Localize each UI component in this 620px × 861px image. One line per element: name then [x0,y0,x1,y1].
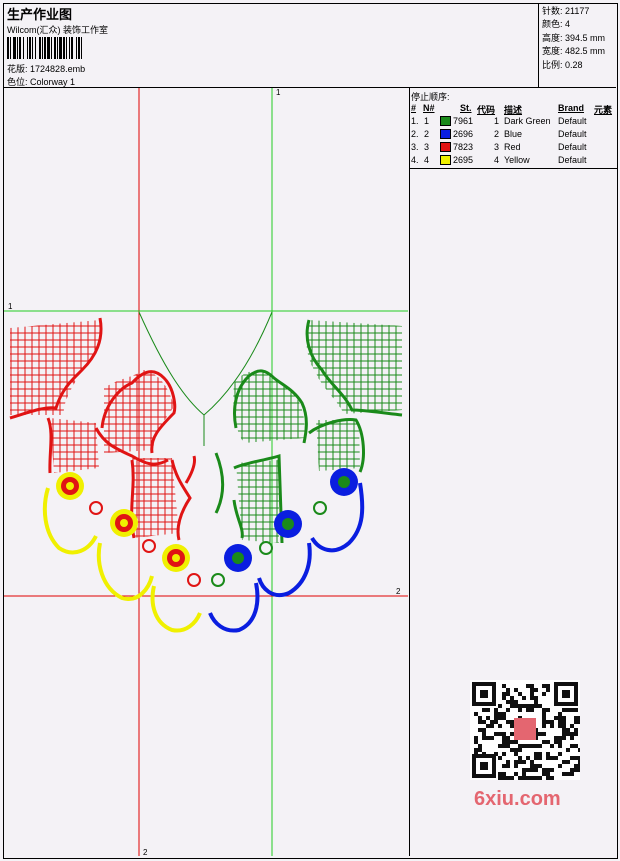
color-swatch [440,142,451,152]
stop-sequence-row: 1. 1 7961 1 Dark Green Default [411,116,611,129]
row-brand: Default [558,142,587,152]
design-file: 花版: 1724828.emb [7,62,85,75]
design-value: 1724828.emb [30,64,86,74]
col-brand: Brand [558,103,585,113]
watermark-logo[interactable]: 6xiu.com [474,788,561,811]
color-swatch [440,155,451,165]
barcode [7,37,140,59]
flower-left-2 [110,509,138,537]
row-stitch: 7961 [453,116,474,126]
row-stitch: 2696 [453,129,474,139]
color-swatch [440,129,451,139]
page-title: 生产作业图 [7,7,73,22]
col-num: # [411,103,417,113]
design-canvas: 1 1 2 2 [4,88,408,856]
row-brand: Default [558,155,587,165]
right-lower-green-panel [316,420,360,471]
colorway: 色位: Colorway 1 [7,75,75,88]
row-stitch: 7823 [453,142,474,152]
row-stitch: 2695 [453,155,474,165]
stop-sequence-row: 4. 4 2695 4 Yellow Default [411,155,611,168]
guide-label-v1: 1 [276,88,281,97]
qr-code[interactable] [470,680,582,784]
col-desc: 描述 [504,105,523,115]
col-code: 代码 [477,105,496,115]
stat-width: 宽度: 482.5 mm [542,46,606,57]
guide-label-h2: 2 [396,587,401,596]
row-num: 1. [411,116,419,126]
col-needle: N# [423,103,435,113]
flower-right-2 [274,510,302,538]
row-brand: Default [558,129,587,139]
row-code: 4 [494,155,500,165]
guide-label-h1: 1 [8,302,13,311]
row-needle: 1 [424,116,430,126]
col-element: 元素 [594,105,613,115]
stop-sequence-row: 3. 3 7823 3 Red Default [411,142,611,155]
row-brand: Default [558,116,587,126]
colorway-value: Colorway 1 [30,77,76,87]
header-divider [538,3,539,88]
stat-stitches: 针数: 21177 [542,6,590,16]
side-divider [409,88,410,856]
flower-left-3 [162,544,190,572]
row-num: 3. [411,142,419,152]
color-swatch [440,116,451,126]
row-desc: Blue [504,129,523,139]
barcode-bar [82,37,84,59]
left-center-red-panel [132,458,179,538]
stat-colors: 颜色: 4 [542,19,571,30]
row-needle: 4 [424,155,430,165]
row-code: 3 [494,142,500,152]
flower-left-1 [56,472,84,500]
col-stitch: St. [460,103,472,113]
guide-label-v2: 2 [143,848,148,856]
flower-right-3 [224,544,252,572]
left-mid-red-panel [104,370,174,453]
colorway-label: 色位: [7,77,28,87]
qr-center-seal [514,718,536,740]
row-needle: 2 [424,129,430,139]
row-num: 4. [411,155,419,165]
left-top-red-panel [10,320,102,415]
stat-scale: 比例: 0.28 [542,59,583,70]
row-num: 2. [411,129,419,139]
flower-right-1 [330,468,358,496]
row-desc: Red [504,142,521,152]
row-code: 1 [494,116,500,126]
stats-panel: 针数: 21177 颜色: 4 高度: 394.5 mm 宽度: 482.5 m… [542,5,605,72]
row-needle: 3 [424,142,430,152]
row-code: 2 [494,129,500,139]
stop-sequence-row: 2. 2 2696 2 Blue Default [411,129,611,142]
row-desc: Dark Green [504,116,551,126]
stat-height: 高度: 394.5 mm [542,32,606,43]
stop-sequence-title: 停止顺序: [411,92,450,102]
design-label: 花版: [7,64,28,74]
left-lower-red-panel [50,418,99,473]
studio-name: Wilcom(汇众) 装饰工作室 [7,25,108,35]
row-desc: Yellow [504,155,530,165]
